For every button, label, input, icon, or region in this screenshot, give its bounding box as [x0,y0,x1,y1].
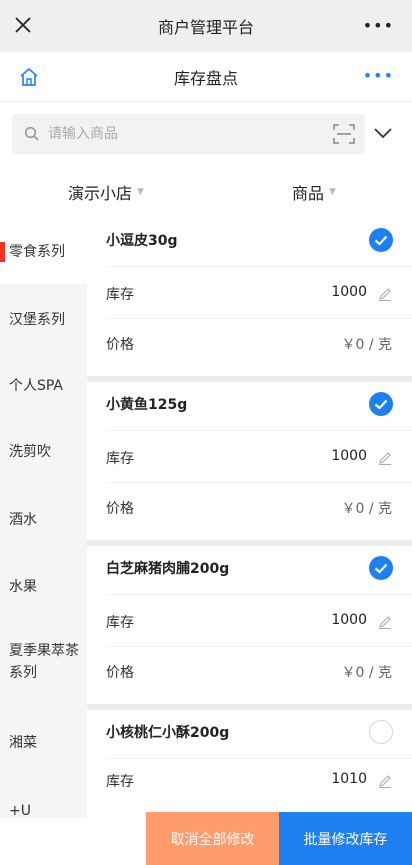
active-marker [0,242,5,262]
divider [106,266,412,267]
checked-icon[interactable] [369,392,393,416]
sidebar-item-burgers[interactable]: 汉堡系列 [0,284,87,350]
product-card: 小黄鱼125g 库存 1000 价格 ￥0 / 克 [87,382,412,540]
cancel-all-button[interactable]: 取消全部修改 [146,812,279,865]
price-value: ￥0 / 克 [341,337,392,353]
stock-value[interactable]: 1000 [331,612,367,628]
stock-label: 库存 [106,774,134,790]
sidebar-item-snacks[interactable]: 零食系列 [0,218,87,284]
stock-value[interactable]: 1010 [331,771,367,787]
goods-filter-label: 商品 [292,184,325,203]
search-row [0,102,412,164]
unchecked-icon[interactable] [369,720,393,744]
sidebar-item-label: 汉堡系列 [9,312,65,328]
app-more-icon[interactable]: ••• [363,66,394,85]
sidebar-item-hunan[interactable]: 湘菜 [0,704,87,770]
product-card: 白芝麻猪肉脯200g 库存 1000 价格 ￥0 / 克 [87,546,412,704]
sidebar-item-label: 酒水 [9,512,37,528]
caret-down-icon: ▼ [329,187,336,197]
wechat-title: 商户管理平台 [157,18,254,37]
pencil-icon[interactable] [378,287,392,301]
home-icon[interactable] [18,66,40,88]
store-filter[interactable]: 演示小店 ▼ [68,180,144,204]
product-name: 小核桃仁小酥200g [106,725,230,741]
checked-icon[interactable] [369,556,393,580]
product-list: 小逗皮30g 库存 1000 价格 ￥0 / 克 小黄鱼125g 库存 1000… [87,218,412,818]
divider [106,482,412,483]
close-icon[interactable] [10,12,36,38]
store-filter-label: 演示小店 [68,184,133,203]
sidebar-item-label: 零食系列 [9,244,65,260]
product-name: 小逗皮30g [106,233,178,249]
divider [106,646,412,647]
goods-filter[interactable]: 商品 ▼ [292,180,336,204]
stock-value[interactable]: 1000 [331,284,367,300]
price-label: 价格 [106,337,134,353]
category-sidebar: 零食系列 汉堡系列 个人SPA 洗剪吹 酒水 水果 夏季果萃茶系列 湘菜 +U [0,218,87,819]
sidebar-item-label: 水果 [9,579,37,595]
pencil-icon[interactable] [378,615,392,629]
product-name: 白芝麻猪肉脯200g [106,561,230,577]
sidebar-item-label: 夏季果萃茶系列 [9,643,79,681]
scan-icon[interactable] [333,124,355,144]
sidebar-item-label: +U [9,803,31,819]
divider [106,430,412,431]
pencil-icon[interactable] [378,774,392,788]
stock-label: 库存 [106,451,134,467]
app-header: 库存盘点 ••• [0,52,412,102]
sidebar-item-haircut[interactable]: 洗剪吹 [0,416,87,482]
wechat-title-bar: 商户管理平台 ••• [0,0,412,52]
price-value: ￥0 / 克 [341,501,392,517]
search-input[interactable] [48,114,328,154]
chevron-down-icon[interactable] [372,124,394,142]
product-card: 小核桃仁小酥200g 库存 1010 [87,710,412,818]
filter-bar: 演示小店 ▼ 商品 ▼ [0,164,412,218]
divider [106,318,412,319]
price-value: ￥0 / 克 [341,665,392,681]
price-label: 价格 [106,665,134,681]
sidebar-item-label: 洗剪吹 [9,444,51,460]
checked-icon[interactable] [369,228,393,252]
sidebar-item-fruit[interactable]: 水果 [0,548,87,614]
sidebar-item-label: 个人SPA [9,378,64,394]
sidebar-item-summer-tea[interactable]: 夏季果萃茶系列 [0,614,87,704]
stock-label: 库存 [106,615,134,631]
search-box[interactable] [12,114,365,154]
product-card: 小逗皮30g 库存 1000 价格 ￥0 / 克 [87,218,412,376]
page-title: 库存盘点 [173,68,238,88]
sidebar-item-more[interactable]: +U [0,770,87,819]
sidebar-item-label: 湘菜 [9,735,37,751]
stock-value[interactable]: 1000 [331,448,367,464]
price-label: 价格 [106,501,134,517]
divider [106,594,412,595]
product-name: 小黄鱼125g [106,397,188,413]
divider [106,758,412,759]
batch-edit-stock-button[interactable]: 批量修改库存 [279,812,412,865]
pencil-icon[interactable] [378,451,392,465]
more-menu-icon[interactable]: ••• [363,16,394,35]
search-icon [24,126,39,141]
stock-label: 库存 [106,287,134,303]
sidebar-item-spa[interactable]: 个人SPA [0,350,87,416]
caret-down-icon: ▼ [137,187,144,197]
sidebar-item-drinks[interactable]: 酒水 [0,482,87,548]
